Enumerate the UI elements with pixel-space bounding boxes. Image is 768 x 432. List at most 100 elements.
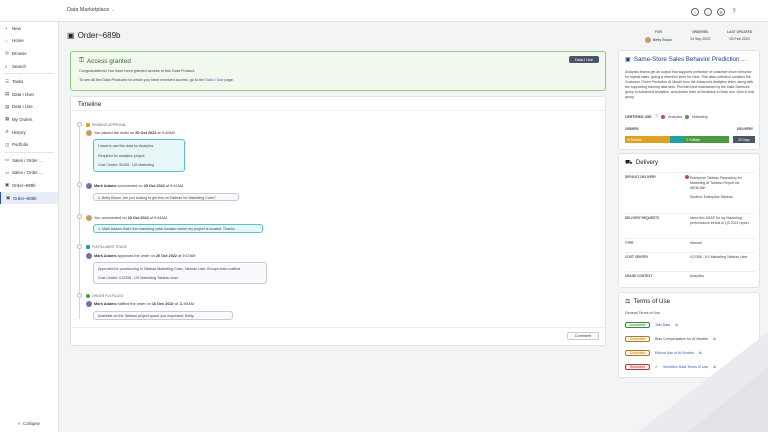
order-icon: ▣ (6, 195, 11, 201)
sidebar-item-label: Browse (12, 50, 27, 56)
help-icon[interactable]: ? (730, 8, 738, 16)
sidebar-item-sales-order[interactable]: ▭ Sales / Order ... (0, 154, 58, 167)
timeline-dot (77, 214, 82, 219)
sidebar-item-label: Order~689b (13, 195, 37, 201)
top-bar: Data Marketplace ⌄ ? ♪ ⚙ ? (0, 0, 768, 22)
history-icon: ↺ (5, 129, 9, 135)
sidebar-item-tasks[interactable]: ☰ Tasks (0, 75, 58, 88)
sidebar-item-label: History (12, 129, 26, 135)
package-icon: ▣ (67, 31, 75, 40)
orders-fulfilled-segment: 2 Fulfilled (684, 136, 729, 143)
timeline-title: Timeline (78, 101, 102, 108)
product-card: ▣ Same-Store Sales Behavior Prediction ..… (618, 50, 760, 150)
app-title: Data Marketplace (67, 7, 110, 13)
delivery-label: DELIVERY (737, 127, 753, 131)
sidebar-item-new[interactable]: + New (0, 22, 58, 35)
delivery-row: COST CENTER 012398 - US Marketing Tableau… (625, 252, 755, 270)
avatar (645, 36, 651, 43)
event-comment-2: You commented on 20 Oct 2022 at 9:44AM (86, 215, 167, 221)
order-fulfilled-header: ORDER FULFILLED (86, 294, 123, 298)
product-description: Analytics teams get an output that suppo… (625, 70, 755, 100)
timeline-dot (77, 244, 82, 249)
sidebar-item-label: My Orders (12, 116, 33, 122)
pending-approval-header: PENDING APPROVAL (86, 123, 126, 127)
event-comment-1: Mark Adams commented on 20 Oct 2022 at 9… (86, 183, 183, 189)
page-title: ▣ Order~689b (67, 31, 121, 40)
meta-for: FOR Betty Braun (645, 30, 672, 43)
search-icon: ⌕ (5, 63, 8, 69)
timeline-dot (77, 293, 82, 298)
product-icon: ▣ (625, 56, 631, 63)
sidebar-item-label: Home (12, 38, 24, 44)
settings-icon[interactable]: ⚙ (717, 8, 725, 16)
app-switcher[interactable]: Data Marketplace ⌄ (67, 7, 115, 13)
sidebar-item-label: Order~689b (12, 182, 36, 188)
sidebar-item-label: Sales / Order ... (12, 157, 43, 163)
sidebar-item-order-689b[interactable]: ▣ Order~689b (0, 179, 58, 192)
chevron-down-icon: ⌄ (111, 7, 115, 12)
sidebar-item-label: Sales / Order ... (12, 170, 43, 176)
delivery-days-button[interactable]: 30 Days (732, 136, 755, 143)
help-circle-icon[interactable]: ? (691, 8, 699, 16)
event-order-placed: You placed the order on 20 Oct 2022 at 9… (86, 130, 175, 136)
fulfilled-note-bubble: Available on the Tableau project space y… (93, 311, 233, 320)
background-decoration (638, 332, 768, 432)
access-message: Congratulations! You have been granted a… (79, 69, 196, 73)
orders-icon: ▦ (5, 116, 10, 122)
sidebar-item-data-i-own[interactable]: ▤ Data I Own (0, 88, 58, 101)
orders-mid-segment (669, 136, 685, 143)
meta-ordered: ORDERED 14 Sep 2022 (690, 30, 711, 41)
sidebar-item-label: Search (12, 63, 26, 69)
event-fulfilled: Mark Adams fulfilled the order on 16 Dec… (86, 301, 194, 307)
tab-icon: ▭ (5, 169, 10, 175)
orders-label: ORDERS (625, 127, 639, 131)
orders-bar: 3 Ordered 2 Fulfilled 30 Days (625, 136, 755, 143)
sidebar-item-label: Data I Use (12, 104, 33, 110)
timeline-dot (77, 122, 82, 127)
sidebar-item-my-orders[interactable]: ▦ My Orders (0, 113, 58, 126)
sidebar-item-label: Portfolio (12, 142, 29, 148)
order-icon: ▣ (5, 182, 10, 188)
home-icon: ⌂ (5, 38, 8, 44)
collapse-icon: « (18, 421, 21, 426)
data-icon: ▤ (5, 103, 10, 109)
delivery-row: DEFAULT DELIVERY Enterprise Tableau Repos… (625, 172, 755, 213)
data-icon: ▤ (5, 91, 10, 97)
sidebar: + New ⌂ Home ◎ Browse ⌕ Search ☰ Tasks ▤ Data I Own… (0, 22, 59, 432)
truck-icon: ⛟ (625, 159, 633, 166)
event-approved: Mark Adams approved the order on 20 Oct … (86, 253, 195, 259)
portfolio-icon: ◫ (5, 141, 10, 147)
sidebar-item-browse[interactable]: ◎ Browse (0, 47, 58, 60)
collapse-button[interactable]: « Collapse (18, 421, 40, 426)
sidebar-item-sales-order[interactable]: ▭ Sales / Order ... (0, 167, 58, 180)
sidebar-item-home[interactable]: ⌂ Home (0, 35, 58, 48)
tab-icon: ▭ (5, 157, 10, 163)
compass-icon: ◎ (5, 50, 9, 56)
sidebar-item-order-689b[interactable]: ▣ Order~689b (0, 191, 58, 205)
tasks-icon: ☰ (5, 78, 10, 84)
plus-icon: + (5, 25, 8, 31)
comment-bubble: ↳ Betty Braun, are you looking to get th… (93, 193, 239, 201)
key-icon: ⚿ (79, 57, 84, 64)
delivery-row: DELIVERY REQUESTS Need this ASAP for my M… (625, 213, 755, 236)
fulfillment-stage-header: FULFILLMENT STAGE (86, 245, 127, 249)
access-hint: To see all the Data Products for which y… (79, 78, 234, 82)
certified-use: CERTIFIED USE ⓘ Analytics Marketing (625, 114, 708, 119)
order-note-bubble: I want to use this data for Analytics Req… (93, 139, 185, 172)
meta-last-updated: LAST UPDATED 03 Feb 2023 (727, 30, 753, 41)
data-i-use-link[interactable]: Data I Use (205, 78, 223, 82)
page-header: ▣ Order~689b FOR Betty Braun ORDERED 14 Sep… (67, 29, 760, 45)
sidebar-item-data-i-use[interactable]: ▤ Data I Use (0, 101, 58, 114)
product-title[interactable]: Same-Store Sales Behavior Prediction ... (634, 56, 746, 63)
sidebar-item-label: Tasks (12, 79, 24, 85)
sidebar-item-portfolio[interactable]: ◫ Portfolio (0, 138, 58, 151)
sidebar-item-history[interactable]: ↺ History (0, 126, 58, 139)
notifications-icon[interactable]: ♪ (704, 8, 712, 16)
sidebar-item-label: New (12, 25, 21, 31)
orders-ordered-segment: 3 Ordered (625, 136, 670, 143)
timeline-panel: Timeline PENDING APPROVAL You placed the… (70, 96, 606, 346)
sidebar-item-search[interactable]: ⌕ Search (0, 60, 58, 73)
timeline-dot (77, 182, 82, 187)
sidebar-item-label: Data I Own (12, 91, 34, 97)
data-i-use-button[interactable]: Data I Use (569, 56, 599, 63)
